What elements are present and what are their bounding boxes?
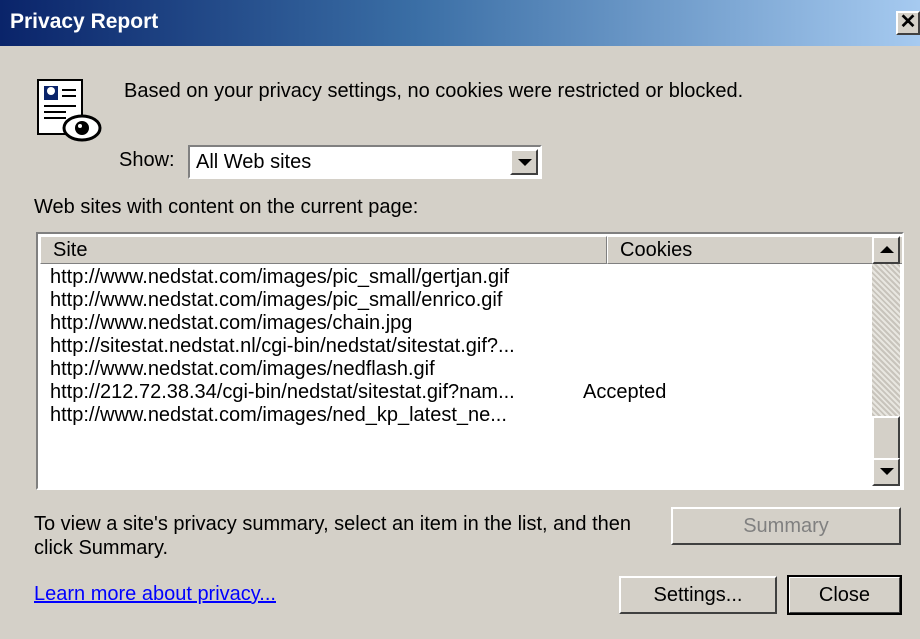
arrow-down-icon <box>880 468 894 475</box>
show-label: Show: <box>119 149 175 171</box>
arrow-up-icon <box>880 246 894 253</box>
column-header-site[interactable]: Site <box>40 236 607 264</box>
column-header-cookies[interactable]: Cookies <box>607 236 902 264</box>
list-row[interactable]: http://www.nedstat.com/images/pic_small/… <box>50 289 870 312</box>
privacy-message: Based on your privacy settings, no cooki… <box>124 80 744 102</box>
scroll-up-button[interactable] <box>872 236 900 264</box>
list-row[interactable]: http://sitestat.nedstat.nl/cgi-bin/nedst… <box>50 335 870 358</box>
privacy-report-icon <box>37 79 102 142</box>
row-site: http://www.nedstat.com/images/nedflash.g… <box>50 358 435 380</box>
row-site: http://www.nedstat.com/images/ned_kp_lat… <box>50 404 507 426</box>
list-row[interactable]: http://www.nedstat.com/images/ned_kp_lat… <box>50 404 870 427</box>
show-dropdown[interactable]: All Web sites <box>188 145 542 179</box>
chevron-down-icon <box>518 159 532 166</box>
window-title: Privacy Report <box>10 10 159 33</box>
learn-more-link[interactable]: Learn more about privacy... <box>34 583 276 606</box>
row-site: http://sitestat.nedstat.nl/cgi-bin/nedst… <box>50 335 515 357</box>
row-site: http://212.72.38.34/cgi-bin/nedstat/site… <box>50 381 515 403</box>
settings-button[interactable]: Settings... <box>619 576 777 614</box>
scroll-down-button[interactable] <box>872 458 900 486</box>
row-site: http://www.nedstat.com/images/pic_small/… <box>50 266 510 288</box>
show-dropdown-value: All Web sites <box>196 151 312 173</box>
list-row[interactable]: http://www.nedstat.com/images/pic_small/… <box>50 266 870 289</box>
title-bar: Privacy Report ✕ <box>0 0 920 46</box>
close-window-button[interactable]: ✕ <box>896 11 920 35</box>
list-row[interactable]: http://212.72.38.34/cgi-bin/nedstat/site… <box>50 381 870 404</box>
instructions-text: To view a site's privacy summary, select… <box>34 513 632 559</box>
sites-list-label: Web sites with content on the current pa… <box>34 196 419 218</box>
row-site: http://www.nedstat.com/images/chain.jpg <box>50 312 413 334</box>
dropdown-button[interactable] <box>510 149 538 175</box>
summary-button[interactable]: Summary <box>671 507 901 545</box>
scroll-thumb[interactable] <box>872 416 900 460</box>
list-scrollbar[interactable] <box>872 236 900 486</box>
list-row[interactable]: http://www.nedstat.com/images/nedflash.g… <box>50 358 870 381</box>
list-row[interactable]: http://www.nedstat.com/images/chain.jpg <box>50 312 870 335</box>
close-button[interactable]: Close <box>787 575 902 615</box>
row-cookies: Accepted <box>583 381 667 403</box>
sites-list[interactable]: Site Cookies http://www.nedstat.com/imag… <box>36 232 904 490</box>
row-site: http://www.nedstat.com/images/pic_small/… <box>50 289 503 311</box>
